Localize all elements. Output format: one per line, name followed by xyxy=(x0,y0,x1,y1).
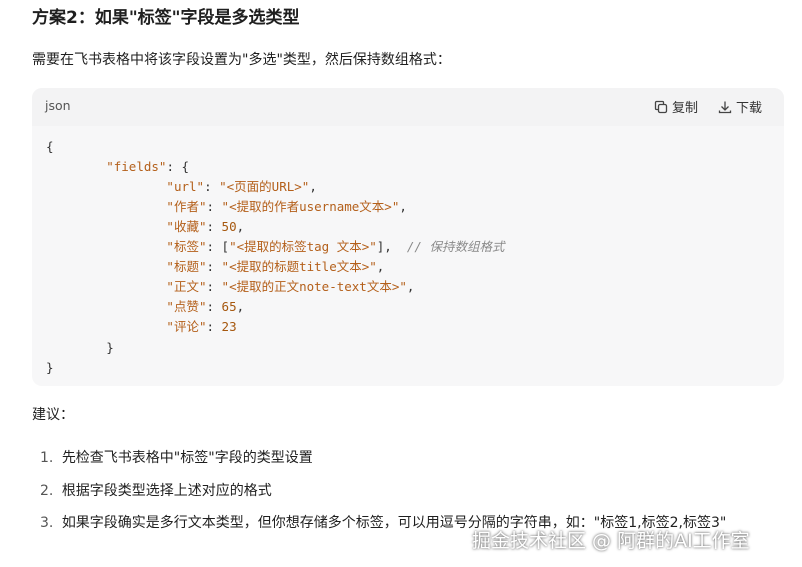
download-icon xyxy=(718,100,732,114)
advice-label: 建议： xyxy=(32,407,74,423)
list-text: 根据字段类型选择上述对应的格式 xyxy=(61,483,272,499)
code-line: } xyxy=(106,340,114,355)
intro-paragraph: 需要在飞书表格中将该字段设置为"多选"类型，然后保持数组格式： xyxy=(32,52,451,68)
section-heading: 方案2：如果"标签"字段是多选类型 xyxy=(32,8,300,28)
download-button-label: 下载 xyxy=(736,101,763,116)
code-line: "标题": "<提取的标题title文本>", xyxy=(166,259,385,274)
copy-button[interactable]: 复制 xyxy=(654,97,698,116)
download-button[interactable]: 下载 xyxy=(718,97,762,116)
list-number: 2. xyxy=(40,483,54,499)
code-line: "fields": { xyxy=(106,159,190,174)
code-line: } xyxy=(46,360,54,375)
copy-button-label: 复制 xyxy=(672,101,699,116)
list-number: 1. xyxy=(40,450,54,466)
code-line: "点赞": 65, xyxy=(166,299,245,314)
watermark: 掘金技术社区 @ 阿群的AI工作室 xyxy=(472,530,750,552)
code-line: "收藏": 50, xyxy=(166,219,245,234)
list-text: 先检查飞书表格中"标签"字段的类型设置 xyxy=(61,450,313,466)
code-line: "作者": "<提取的作者username文本>", xyxy=(166,199,407,214)
code-line: "url": "<页面的URL>", xyxy=(166,179,317,194)
code-block-header: json 复制 下载 xyxy=(32,88,784,126)
code-line: "标签": ["<提取的标签tag 文本>"], // 保持数组格式 xyxy=(166,239,505,254)
code-block: json 复制 下载 { "fields": {"url": "<页面的URL… xyxy=(32,88,784,386)
code-line: "正文": "<提取的正文note-text文本>", xyxy=(166,279,415,294)
code-language-label: json xyxy=(45,98,71,113)
code-line: { xyxy=(46,139,54,154)
list-number: 3. xyxy=(40,515,54,531)
list-item: 2. 根据字段类型选择上述对应的格式 xyxy=(40,479,785,504)
code-line: "评论": 23 xyxy=(166,319,237,334)
list-item: 1. 先检查飞书表格中"标签"字段的类型设置 xyxy=(40,446,785,471)
copy-icon xyxy=(654,100,668,114)
